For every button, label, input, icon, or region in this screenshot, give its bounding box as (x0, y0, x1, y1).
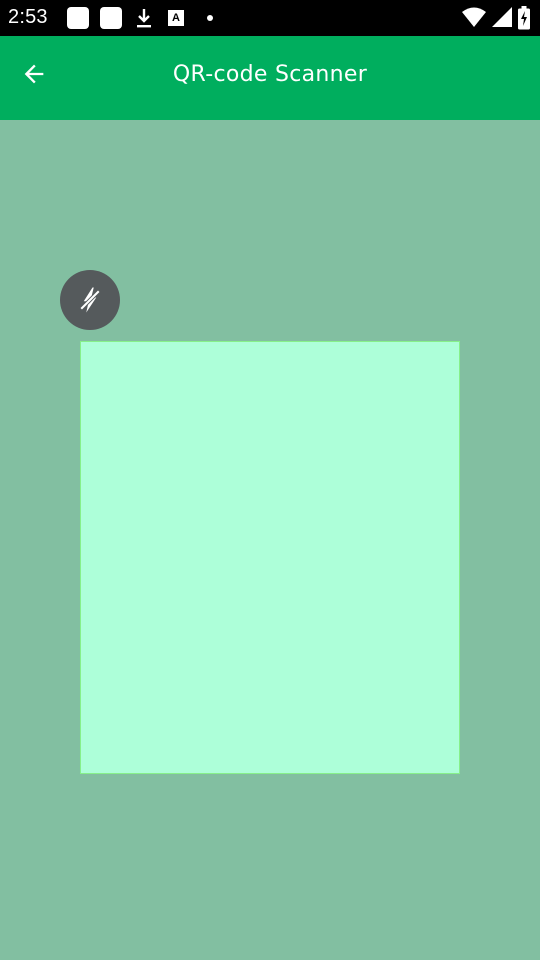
dot-icon (207, 15, 213, 21)
download-icon (137, 9, 151, 28)
status-bar: 2:53 A (0, 0, 540, 36)
flash-off-icon (78, 287, 102, 313)
app-bar: QR-code Scanner (0, 36, 540, 120)
flash-toggle-button[interactable] (60, 270, 120, 330)
wifi-icon (462, 7, 486, 27)
page-title: QR-code Scanner (172, 62, 368, 87)
font-a-icon: A (168, 10, 184, 26)
app-notification-icon (100, 7, 122, 29)
status-time: 2:53 (8, 6, 48, 28)
signal-icon (492, 7, 512, 27)
battery-charging-icon (518, 6, 530, 30)
scan-frame (80, 341, 460, 774)
app-notification-icon (67, 7, 89, 29)
